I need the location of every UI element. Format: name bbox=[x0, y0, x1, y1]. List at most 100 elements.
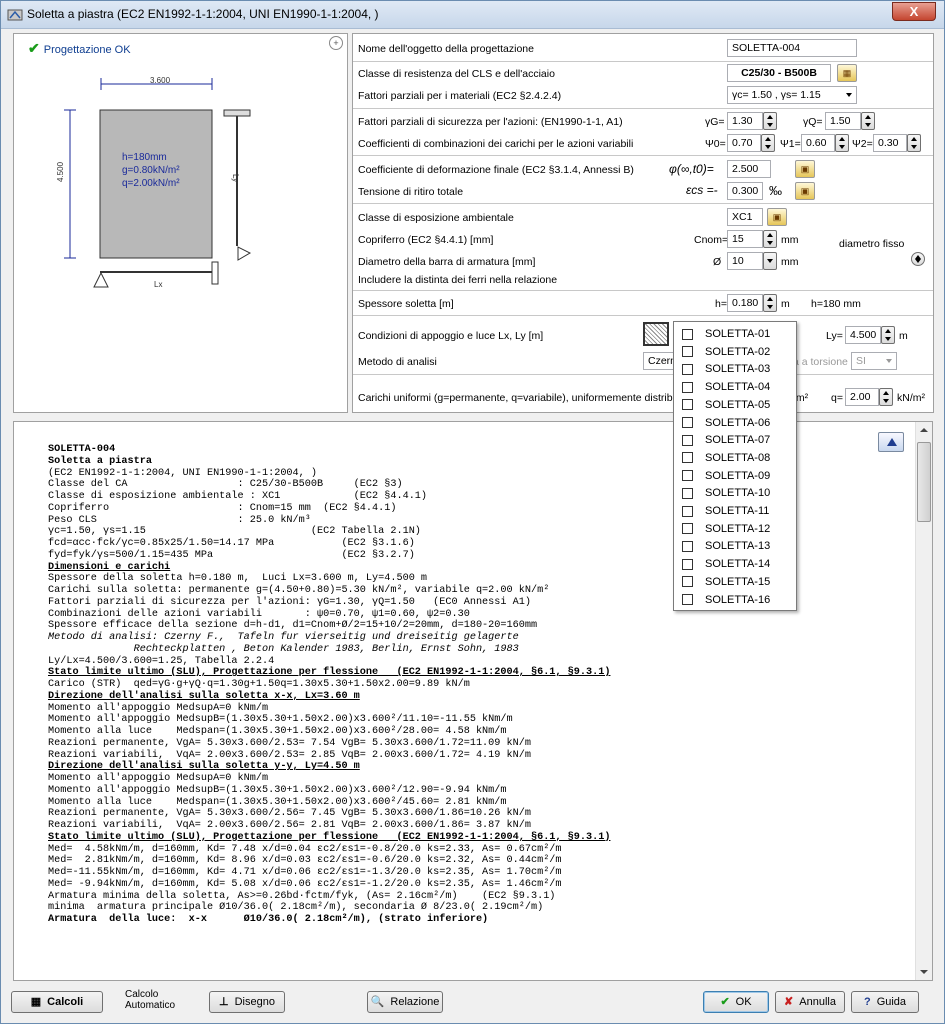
cancel-button[interactable]: ✘ Annulla bbox=[775, 991, 845, 1013]
dropdown-item[interactable]: SOLETTA-14 bbox=[682, 556, 770, 573]
report-line: Carico (STR) qed=γG·g+γQ·q=1.30g+1.50q=1… bbox=[48, 679, 470, 690]
dropdown-item[interactable]: SOLETTA-15 bbox=[682, 574, 770, 591]
checkbox-icon[interactable] bbox=[682, 470, 693, 482]
drawing-button[interactable]: ⊥ Disegno bbox=[209, 991, 285, 1013]
dropdown-item-label: SOLETTA-03 bbox=[705, 363, 771, 376]
app-icon bbox=[7, 9, 23, 21]
auto-calc-label[interactable]: Calcolo Automatico bbox=[125, 989, 175, 1011]
report-line: minima armatura principale Ø10/36.0( 2.1… bbox=[48, 902, 544, 914]
scroll-up-icon[interactable] bbox=[920, 428, 928, 432]
dropdown-item[interactable]: SOLETTA-08 bbox=[682, 450, 770, 467]
bottom-toolbar: ▦ Calcoli Calcolo Automatico ⊥ Disegno 🔍 Re… bbox=[1, 985, 944, 1023]
gG-spinner[interactable] bbox=[763, 112, 777, 130]
psi1-spinner[interactable] bbox=[835, 134, 849, 152]
checkbox-icon[interactable] bbox=[682, 558, 693, 570]
gQ-input[interactable]: 1.50 bbox=[825, 112, 861, 130]
fixed-diam-toggle[interactable] bbox=[911, 252, 925, 266]
drawing-icon: ⊥ bbox=[219, 996, 229, 1008]
checkbox-icon[interactable] bbox=[682, 540, 693, 552]
q-symbol: q= bbox=[831, 392, 843, 404]
shrink-calc-icon[interactable]: ▣ bbox=[795, 182, 815, 200]
class-picker-icon[interactable]: ▦ bbox=[837, 64, 857, 82]
dropdown-item[interactable]: SOLETTA-12 bbox=[682, 521, 770, 538]
support-picker-icon[interactable] bbox=[643, 322, 669, 346]
q-spinner[interactable] bbox=[879, 388, 893, 406]
thick-input[interactable]: 0.180 bbox=[727, 294, 763, 312]
checkbox-icon[interactable] bbox=[682, 523, 693, 535]
object-dropdown-list[interactable]: SOLETTA-01 SOLETTA-02 SOLETTA-03 SOLETTA-04… bbox=[673, 321, 797, 611]
gG-input[interactable]: 1.30 bbox=[727, 112, 763, 130]
dropdown-item[interactable]: SOLETTA-04 bbox=[682, 379, 770, 396]
report-line: Copriferro : Cnom=15 mm (EC2 §4.4.1) bbox=[48, 502, 397, 514]
checkbox-icon[interactable] bbox=[682, 399, 693, 411]
checkbox-icon[interactable] bbox=[682, 576, 693, 588]
dropdown-item[interactable]: SOLETTA-02 bbox=[682, 344, 770, 361]
torsion-select[interactable]: SI bbox=[851, 352, 897, 370]
calc-button[interactable]: ▦ Calcoli bbox=[11, 991, 103, 1013]
checkbox-icon[interactable] bbox=[682, 434, 693, 446]
psi1-label: Ψ1= bbox=[780, 138, 801, 150]
checkbox-icon[interactable] bbox=[682, 594, 693, 606]
ok-button[interactable]: ✔ OK bbox=[703, 991, 769, 1013]
shrink-label: Tensione di ritiro totale bbox=[358, 186, 464, 198]
report-line: Momento alla luce Medspan=(1.30x5.30+1.5… bbox=[48, 726, 507, 737]
psi0-input[interactable]: 0.70 bbox=[727, 134, 761, 152]
shrink-input[interactable]: 0.300 bbox=[727, 182, 763, 200]
exposure-picker-icon[interactable]: ▣ bbox=[767, 208, 787, 226]
close-button[interactable]: X bbox=[892, 2, 936, 21]
exposure-input[interactable]: XC1 bbox=[727, 208, 763, 226]
cover-input[interactable]: 15 bbox=[727, 230, 763, 248]
report-scrollbar[interactable] bbox=[915, 422, 932, 980]
psi2-input[interactable]: 0.30 bbox=[873, 134, 907, 152]
ly-spinner[interactable] bbox=[881, 326, 895, 344]
dropdown-item[interactable]: SOLETTA-07 bbox=[682, 432, 770, 449]
checkbox-icon[interactable] bbox=[682, 363, 693, 375]
report-line: Reazioni variabili, VqA= 2.00x3.600/2.56… bbox=[48, 820, 531, 831]
dropdown-item[interactable]: SOLETTA-11 bbox=[682, 503, 769, 520]
gQ-spinner[interactable] bbox=[861, 112, 875, 130]
psi0-spinner[interactable] bbox=[761, 134, 775, 152]
cover-spinner[interactable] bbox=[763, 230, 777, 248]
checkbox-icon[interactable] bbox=[682, 417, 693, 429]
creep-input[interactable]: 2.500 bbox=[727, 160, 771, 178]
psi2-spinner[interactable] bbox=[907, 134, 921, 152]
bar-dropdown[interactable] bbox=[763, 252, 777, 270]
dropdown-item[interactable]: SOLETTA-06 bbox=[682, 415, 770, 432]
include-label: Includere la distinta dei ferri nella re… bbox=[358, 274, 558, 286]
dropdown-item[interactable]: SOLETTA-05 bbox=[682, 397, 770, 414]
dropdown-item[interactable]: SOLETTA-13 bbox=[682, 538, 770, 555]
report-line: Spessore della soletta h=0.180 m, Luci L… bbox=[48, 573, 428, 585]
main-window: Soletta a piastra (EC2 EN1992-1-1:2004, … bbox=[0, 0, 945, 1024]
scroll-top-icon[interactable] bbox=[878, 432, 904, 452]
report-button[interactable]: 🔍 Relazione bbox=[367, 991, 443, 1013]
form-panel: Nome dell'oggetto della progettazione SO… bbox=[352, 33, 934, 413]
checkbox-icon[interactable] bbox=[682, 505, 693, 517]
checkbox-icon[interactable] bbox=[682, 381, 693, 393]
bar-input[interactable]: 10 bbox=[727, 252, 763, 270]
psi1-input[interactable]: 0.60 bbox=[801, 134, 835, 152]
dropdown-item[interactable]: SOLETTA-10 bbox=[682, 485, 770, 502]
ly-input[interactable]: 4.500 bbox=[845, 326, 881, 344]
creep-calc-icon[interactable]: ▣ bbox=[795, 160, 815, 178]
dropdown-item[interactable]: SOLETTA-16 bbox=[682, 592, 770, 609]
checkbox-icon[interactable] bbox=[682, 452, 693, 464]
checkbox-icon[interactable] bbox=[682, 346, 693, 358]
dropdown-item[interactable]: SOLETTA-01 bbox=[682, 326, 770, 343]
dropdown-item[interactable]: SOLETTA-03 bbox=[682, 361, 770, 378]
dropdown-item[interactable]: SOLETTA-09 bbox=[682, 468, 770, 485]
q-input[interactable]: 2.00 bbox=[845, 388, 879, 406]
scroll-thumb[interactable] bbox=[917, 442, 931, 522]
report-line: γc=1.50, γs=1.15 (EC2 Tabella 2.1N) bbox=[48, 526, 421, 538]
checkbox-icon[interactable] bbox=[682, 487, 693, 499]
thick-spinner[interactable] bbox=[763, 294, 777, 312]
creep-symbol: φ(∞,t0)= bbox=[669, 162, 714, 176]
cover-label: Copriferro (EC2 §4.4.1) [mm] bbox=[358, 234, 494, 246]
class-input[interactable]: C25/30 - B500B bbox=[727, 64, 831, 82]
checkbox-icon[interactable] bbox=[682, 328, 693, 340]
partial-mat-select[interactable]: γc= 1.50 , γs= 1.15 bbox=[727, 86, 857, 104]
dropdown-item-label: SOLETTA-07 bbox=[705, 434, 771, 447]
load-line-2: g=0.80kN/m² bbox=[122, 165, 180, 176]
name-input[interactable]: SOLETTA-004 bbox=[727, 39, 857, 57]
scroll-down-icon[interactable] bbox=[920, 970, 928, 974]
help-button[interactable]: ? Guida bbox=[851, 991, 919, 1013]
